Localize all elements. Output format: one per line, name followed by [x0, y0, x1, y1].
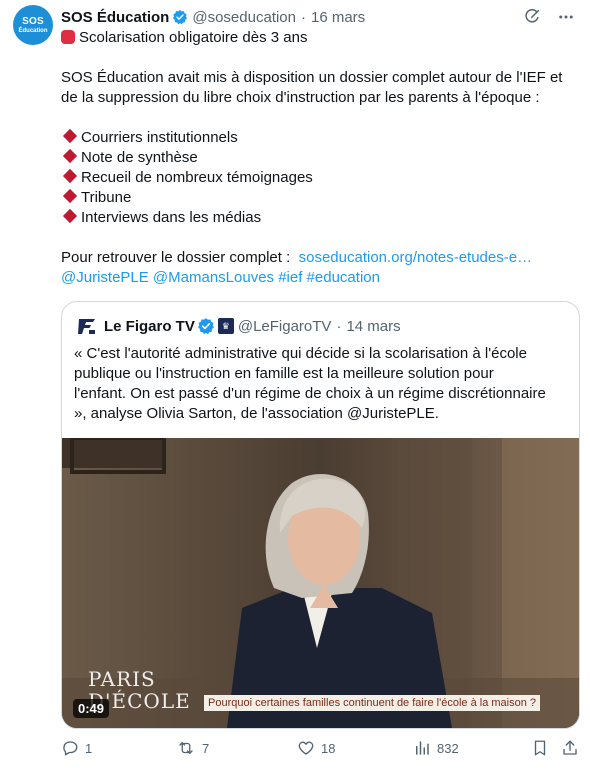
diamond-icon — [62, 208, 78, 224]
bookmark-icon — [534, 740, 546, 756]
bullet-label: Note de synthèse — [81, 149, 198, 166]
avatar[interactable]: SOS Éducation — [13, 5, 53, 45]
reply-count: 1 — [85, 740, 93, 756]
quote-text-line: », analyse Olivia Sarton, de l'associati… — [74, 405, 439, 422]
bullet-label: Interviews dans les médias — [81, 209, 262, 226]
video-thumbnail[interactable]: PARIS D'ÉCOLE Pourquoi certaines famille… — [62, 438, 579, 728]
text-line: SOS Éducation avait mis à disposition un… — [61, 69, 563, 86]
share-icon — [563, 740, 577, 755]
mentions-hashtags[interactable]: @JuristePLE @MamansLouves #ief #educatio… — [61, 268, 576, 288]
grok-icon[interactable] — [522, 7, 542, 27]
tweet-text: Scolarisation obligatoire dès 3 ans SOS … — [61, 28, 576, 288]
retweet-icon — [179, 742, 193, 754]
quote-text: « C'est l'autorité administrative qui dé… — [74, 344, 569, 424]
quote-text-line: publique ou l'instruction en famille est… — [74, 365, 494, 382]
share-button[interactable] — [561, 739, 585, 757]
video-duration: 0:49 — [73, 699, 110, 718]
views-button[interactable]: 832 — [413, 739, 459, 757]
action-bar: 1 7 18 832 — [61, 739, 579, 761]
top-actions — [522, 7, 576, 27]
affiliate-badge-icon: ♛ — [217, 318, 234, 334]
quote-author-name[interactable]: Le Figaro TV — [104, 318, 195, 335]
bullet-label: Courriers institutionnels — [81, 129, 238, 146]
quote-date[interactable]: 14 mars — [346, 318, 400, 335]
verified-badge-icon — [173, 10, 188, 25]
bullet-item: Tribune — [61, 188, 576, 208]
separator-dot: · — [300, 8, 306, 26]
reply-button[interactable]: 1 — [61, 739, 92, 757]
video-caption: Pourquoi certaines familles continuent d… — [204, 695, 541, 711]
tweet-card[interactable]: SOS Éducation SOS Éducation @soseducatio… — [0, 0, 590, 771]
reply-icon — [63, 741, 78, 756]
like-icon — [298, 741, 314, 755]
retweet-count: 7 — [202, 740, 210, 756]
overlay-line: PARIS — [88, 667, 156, 691]
diamond-icon — [62, 168, 78, 184]
dossier-link[interactable]: soseducation.org/notes-etudes-e… — [299, 249, 532, 266]
bookmark-button[interactable] — [531, 739, 555, 757]
like-button[interactable]: 18 — [297, 739, 335, 757]
quote-header: Le Figaro TV ♛ @LeFigaroTV · 14 mars — [76, 316, 401, 336]
bullet-label: Tribune — [81, 189, 132, 206]
retweet-button[interactable]: 7 — [176, 739, 209, 757]
dossier-prefix: Pour retrouver le dossier complet : — [61, 249, 291, 266]
stop-sign-icon — [61, 30, 75, 44]
headline-text: Scolarisation obligatoire dès 3 ans — [79, 29, 308, 46]
diamond-icon — [62, 188, 78, 204]
separator-dot: · — [336, 317, 342, 335]
figaro-logo-icon[interactable] — [76, 317, 98, 335]
diamond-icon — [62, 148, 78, 164]
bullet-item: Courriers institutionnels — [61, 128, 576, 148]
views-icon — [416, 741, 429, 755]
views-count: 832 — [437, 740, 459, 756]
quote-text-line: l'enfant. On est passé d'un régime de ch… — [74, 385, 546, 402]
more-icon[interactable] — [556, 7, 576, 27]
bullet-item: Recueil de nombreux témoignages — [61, 168, 576, 188]
author-handle[interactable]: @soseducation — [192, 9, 296, 26]
tweet-date[interactable]: 16 mars — [311, 9, 365, 26]
quoted-tweet[interactable]: Le Figaro TV ♛ @LeFigaroTV · 14 mars « C… — [61, 301, 580, 729]
dossier-line: Pour retrouver le dossier complet : sose… — [61, 248, 576, 268]
bullet-item: Note de synthèse — [61, 148, 576, 168]
avatar-line1: SOS — [22, 15, 44, 27]
diamond-icon — [62, 128, 78, 144]
avatar-line2: Éducation — [18, 27, 48, 34]
verified-badge-icon — [197, 318, 214, 335]
tweet-header: SOS Éducation @soseducation · 16 mars — [61, 7, 365, 27]
quote-author-handle[interactable]: @LeFigaroTV — [238, 318, 332, 335]
author-name[interactable]: SOS Éducation — [61, 9, 169, 26]
text-line: de la suppression du libre choix d'instr… — [61, 89, 540, 106]
bullet-label: Recueil de nombreux témoignages — [81, 169, 313, 186]
bullet-item: Interviews dans les médias — [61, 208, 576, 228]
quote-text-line: « C'est l'autorité administrative qui dé… — [74, 345, 527, 362]
like-count: 18 — [321, 740, 336, 756]
text-line: Scolarisation obligatoire dès 3 ans — [61, 28, 576, 48]
